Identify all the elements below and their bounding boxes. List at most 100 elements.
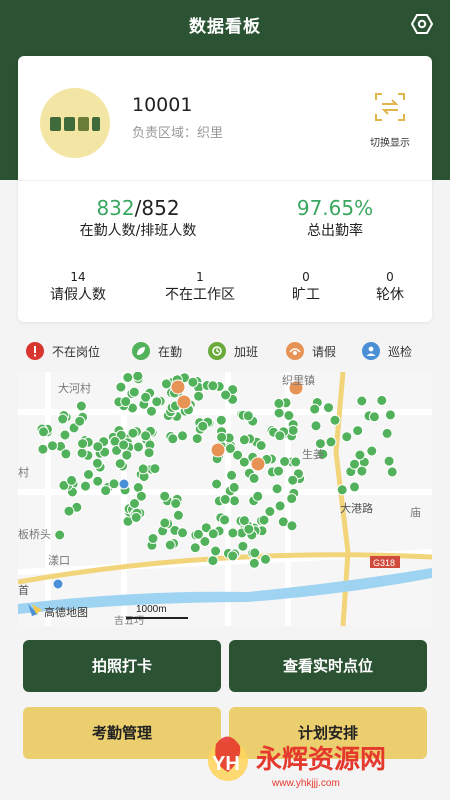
map-marker[interactable] xyxy=(207,528,219,540)
map-marker[interactable] xyxy=(341,431,353,443)
map-marker[interactable] xyxy=(248,472,260,484)
map-marker[interactable] xyxy=(100,485,112,497)
map-marker[interactable] xyxy=(279,456,291,467)
map-marker[interactable] xyxy=(92,441,104,453)
map-marker[interactable] xyxy=(237,540,249,552)
map-marker[interactable] xyxy=(193,390,205,402)
map-marker[interactable] xyxy=(177,527,188,539)
map-marker[interactable] xyxy=(207,555,219,567)
map-marker[interactable] xyxy=(287,474,299,486)
map-marker[interactable] xyxy=(60,448,72,460)
leave-stat[interactable]: 14 请假人数 xyxy=(32,270,124,304)
map-marker[interactable] xyxy=(115,381,127,393)
map-marker[interactable] xyxy=(376,394,388,406)
map-marker[interactable] xyxy=(274,500,286,512)
legend-overtime[interactable]: 加班 xyxy=(208,342,258,360)
map-marker[interactable] xyxy=(224,443,236,454)
map-marker[interactable] xyxy=(248,557,260,569)
map-marker[interactable] xyxy=(287,424,299,436)
map-marker[interactable] xyxy=(147,533,159,544)
map-marker[interactable] xyxy=(80,480,91,492)
map-marker[interactable] xyxy=(66,474,78,486)
settings-icon[interactable] xyxy=(410,12,434,36)
attendance-management-button[interactable]: 考勤管理 xyxy=(23,707,221,759)
map-marker[interactable] xyxy=(227,550,239,562)
map-marker[interactable] xyxy=(383,455,395,467)
map-marker[interactable] xyxy=(76,447,88,459)
legend-off-post[interactable]: 不在岗位 xyxy=(26,342,100,360)
map-marker-leave[interactable] xyxy=(250,456,266,472)
map-marker[interactable] xyxy=(128,386,140,398)
map-marker[interactable] xyxy=(91,457,103,469)
map-marker[interactable] xyxy=(255,440,267,451)
map-marker[interactable] xyxy=(238,456,250,468)
map-marker[interactable] xyxy=(243,523,255,535)
map-marker[interactable] xyxy=(349,458,360,470)
map-marker[interactable] xyxy=(129,498,140,509)
map-marker[interactable] xyxy=(249,547,261,559)
map-marker[interactable] xyxy=(368,411,380,423)
map-marker[interactable] xyxy=(354,449,366,461)
map-marker[interactable] xyxy=(151,396,163,408)
map-marker[interactable] xyxy=(219,514,231,526)
map-marker[interactable] xyxy=(286,493,298,505)
map-marker[interactable] xyxy=(252,490,264,502)
map-marker-leave[interactable] xyxy=(176,394,192,410)
map-marker[interactable] xyxy=(290,456,302,468)
map-marker[interactable] xyxy=(197,420,209,432)
map-marker[interactable] xyxy=(137,463,149,475)
map-marker[interactable] xyxy=(274,430,286,442)
map-canvas[interactable]: 大河村 织里镇 生姜 村 板桥头 漾口 庙 大港路 G318 首 吉五巧 高德地… xyxy=(18,372,432,626)
map-marker[interactable] xyxy=(130,512,142,523)
map-marker[interactable] xyxy=(229,495,240,507)
map-marker[interactable] xyxy=(352,425,364,437)
map-marker[interactable] xyxy=(191,433,203,445)
map-marker-patrol[interactable] xyxy=(52,578,64,590)
map-marker[interactable] xyxy=(219,493,231,505)
out-of-area-stat[interactable]: 1 不在工作区 xyxy=(148,270,252,304)
map-marker[interactable] xyxy=(167,433,179,445)
map-marker[interactable] xyxy=(273,465,284,477)
map-marker[interactable] xyxy=(325,436,337,448)
map-marker[interactable] xyxy=(37,443,49,455)
map-marker-patrol[interactable] xyxy=(118,478,130,490)
map-marker[interactable] xyxy=(140,430,152,442)
map-marker[interactable] xyxy=(83,469,94,480)
map-marker[interactable] xyxy=(329,414,341,426)
map-marker[interactable] xyxy=(314,438,326,450)
map-marker[interactable] xyxy=(149,463,161,475)
map-marker[interactable] xyxy=(122,372,134,383)
map-marker[interactable] xyxy=(323,402,334,414)
map-marker[interactable] xyxy=(59,429,71,441)
map-marker[interactable] xyxy=(211,478,223,490)
absent-stat[interactable]: 0 旷工 xyxy=(276,270,336,304)
map-marker[interactable] xyxy=(238,434,250,446)
map-marker[interactable] xyxy=(210,545,222,557)
rest-stat[interactable]: 0 轮休 xyxy=(360,270,420,304)
map-marker[interactable] xyxy=(309,403,321,415)
map-marker[interactable] xyxy=(172,509,184,521)
map-marker[interactable] xyxy=(220,389,232,401)
map-marker[interactable] xyxy=(140,391,152,403)
map-view[interactable]: 大河村 织里镇 生姜 村 板桥头 漾口 庙 大港路 G318 首 吉五巧 高德地… xyxy=(18,372,432,626)
map-marker[interactable] xyxy=(74,415,86,427)
map-marker[interactable] xyxy=(260,553,271,565)
map-marker-leave[interactable] xyxy=(170,379,186,395)
map-marker[interactable] xyxy=(38,426,49,438)
map-marker[interactable] xyxy=(273,407,285,419)
map-marker[interactable] xyxy=(215,414,227,426)
map-marker[interactable] xyxy=(159,490,171,502)
map-marker[interactable] xyxy=(92,475,104,487)
map-marker[interactable] xyxy=(264,506,276,517)
map-marker[interactable] xyxy=(227,527,239,539)
map-marker[interactable] xyxy=(132,372,144,382)
map-marker[interactable] xyxy=(242,410,254,422)
map-marker[interactable] xyxy=(310,420,322,432)
map-marker[interactable] xyxy=(216,431,228,443)
map-marker[interactable] xyxy=(283,410,295,421)
map-marker[interactable] xyxy=(228,481,240,493)
legend-leave[interactable]: 请假 xyxy=(286,342,336,360)
map-marker[interactable] xyxy=(132,441,144,453)
legend-on-duty[interactable]: 在勤 xyxy=(132,342,182,360)
map-marker[interactable] xyxy=(164,539,176,551)
